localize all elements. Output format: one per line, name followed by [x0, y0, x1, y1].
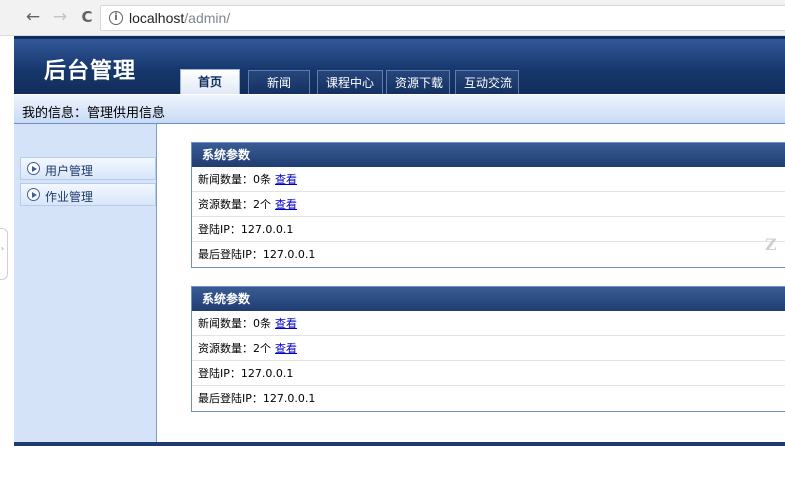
reload-icon[interactable]: C — [76, 6, 98, 28]
watermark: Z — [765, 235, 777, 254]
sidebar-item-user-management[interactable]: 用户管理 — [20, 157, 156, 180]
sidebar: 用户管理 作业管理 — [14, 124, 157, 442]
last-login-ip-row: 最后登陆IP：127.0.0.1 — [192, 386, 785, 411]
forward-arrow-icon[interactable]: → — [49, 6, 71, 28]
login-ip-text: 登陆IP：127.0.0.1 — [198, 223, 294, 236]
tab-home[interactable]: 首页 — [180, 69, 240, 95]
url-text[interactable]: localhost/admin/ — [129, 9, 230, 27]
chevron-right-icon: › — [1, 244, 5, 253]
view-news-link[interactable]: 查看 — [275, 317, 297, 330]
sidebar-item-label: 作业管理 — [45, 190, 94, 204]
view-resources-link[interactable]: 查看 — [275, 342, 297, 355]
news-count-row: 新闻数量：0条 查看 — [192, 167, 785, 192]
system-params-panel: 系统参数 新闻数量：0条 查看 资源数量：2个 查看 登陆IP：127.0.0.1 … — [191, 142, 785, 268]
url-path: /admin/ — [184, 10, 231, 26]
side-panel-handle[interactable]: › — [0, 228, 8, 280]
login-ip-row: 登陆IP：127.0.0.1 — [192, 361, 785, 386]
last-login-ip-row: 最后登陆IP：127.0.0.1 — [192, 242, 785, 267]
news-count-text: 新闻数量：0条 — [198, 317, 271, 330]
browser-toolbar: ← → C i localhost/admin/ — [0, 0, 785, 36]
login-ip-row: 登陆IP：127.0.0.1 — [192, 217, 785, 242]
back-arrow-icon[interactable]: ← — [22, 6, 44, 28]
tab-resource-download[interactable]: 资源下载 — [386, 70, 450, 94]
tab-news[interactable]: 新闻 — [248, 70, 310, 94]
system-params-panel: 系统参数 新闻数量：0条 查看 资源数量：2个 查看 登陆IP：127.0.0.1 … — [191, 286, 785, 412]
login-ip-text: 登陆IP：127.0.0.1 — [198, 367, 294, 380]
site-info-icon[interactable]: i — [109, 11, 123, 25]
last-login-ip-text: 最后登陆IP：127.0.0.1 — [198, 392, 316, 405]
panel-title: 系统参数 — [192, 287, 785, 311]
sidebar-item-homework-management[interactable]: 作业管理 — [20, 183, 156, 206]
resource-count-text: 资源数量：2个 — [198, 342, 271, 355]
site-header: 后台管理 首页 新闻 课程中心 资源下载 互动交流 — [14, 36, 785, 95]
news-count-text: 新闻数量：0条 — [198, 173, 271, 186]
site-title: 后台管理 — [44, 58, 137, 84]
resource-count-text: 资源数量：2个 — [198, 198, 271, 211]
url-host: localhost — [129, 10, 185, 26]
view-resources-link[interactable]: 查看 — [275, 198, 297, 211]
sidebar-item-label: 用户管理 — [45, 164, 94, 178]
resource-count-row: 资源数量：2个 查看 — [192, 336, 785, 361]
main-content: 系统参数 新闻数量：0条 查看 资源数量：2个 查看 登陆IP：127.0.0.1 … — [157, 124, 785, 442]
panel-title: 系统参数 — [192, 143, 785, 167]
user-info-text: 我的信息：管理供用信息 — [22, 106, 166, 121]
address-bar[interactable]: i localhost/admin/ — [100, 5, 785, 31]
arrow-circle-icon — [27, 188, 40, 201]
arrow-circle-icon — [27, 162, 40, 175]
admin-page: 后台管理 首页 新闻 课程中心 资源下载 互动交流 我的信息：管理供用信息 用户… — [14, 36, 785, 488]
resource-count-row: 资源数量：2个 查看 — [192, 192, 785, 217]
footer-divider — [14, 442, 785, 446]
tab-course-center[interactable]: 课程中心 — [317, 70, 383, 94]
last-login-ip-text: 最后登陆IP：127.0.0.1 — [198, 248, 316, 261]
news-count-row: 新闻数量：0条 查看 — [192, 311, 785, 336]
tab-interaction[interactable]: 互动交流 — [455, 70, 519, 94]
user-info-bar: 我的信息：管理供用信息 — [14, 94, 785, 124]
view-news-link[interactable]: 查看 — [275, 173, 297, 186]
